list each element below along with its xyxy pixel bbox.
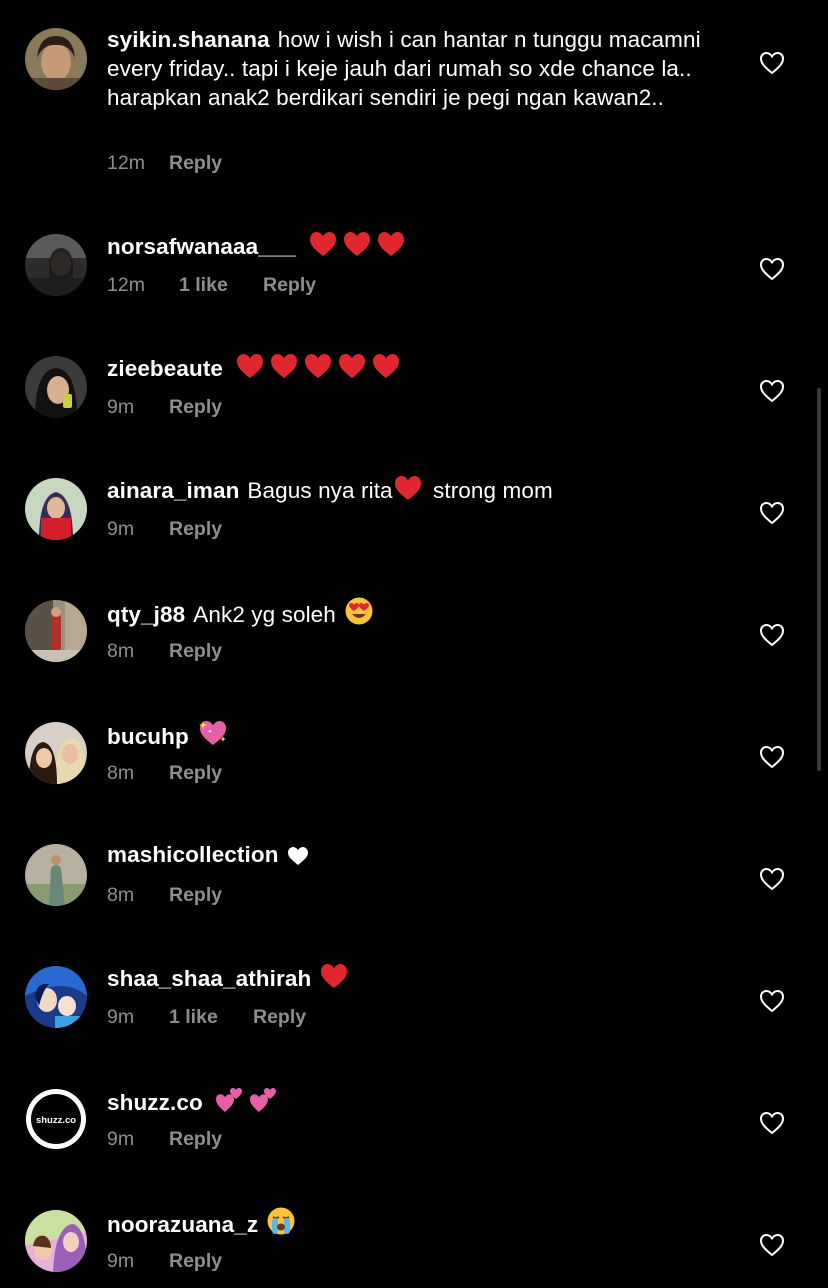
comment-text: ainara_iman Bagus nya rita strong mom	[107, 474, 707, 509]
reply-button[interactable]: Reply	[169, 518, 222, 541]
like-heart-icon[interactable]	[759, 1111, 785, 1135]
red-heart-icon	[303, 352, 333, 387]
like-heart-icon[interactable]	[759, 745, 785, 769]
like-heart-icon[interactable]	[759, 867, 785, 891]
avatar[interactable]	[25, 722, 87, 784]
reply-button[interactable]: Reply	[169, 640, 222, 663]
comment-body: Bagus nya rita	[247, 478, 393, 503]
comment-meta: 9m Reply	[107, 518, 222, 541]
comment-username[interactable]: norsafwanaaa___	[107, 234, 296, 259]
heart-eyes-emoji-icon	[344, 596, 374, 633]
avatar[interactable]	[25, 1210, 87, 1272]
comment-time: 12m	[107, 274, 145, 296]
red-heart-icon	[376, 230, 406, 265]
comment-username[interactable]: qty_j88	[107, 602, 185, 627]
like-heart-icon[interactable]	[759, 1233, 785, 1257]
like-count[interactable]: 1 like	[179, 274, 263, 297]
like-count[interactable]: 1 like	[169, 1006, 253, 1029]
comment-username[interactable]: noorazuana_z	[107, 1212, 258, 1237]
comment-text: bucuhp	[107, 718, 707, 755]
comment-time: 9m	[107, 1006, 135, 1028]
comment-body: Ank2 yg soleh	[193, 602, 336, 627]
comment-username[interactable]: shuzz.co	[107, 1090, 203, 1115]
comment-text: shaa_shaa_athirah	[107, 962, 707, 997]
avatar[interactable]	[25, 478, 87, 540]
two-hearts-icon	[215, 1084, 245, 1121]
red-heart-icon	[235, 352, 265, 387]
white-heart-icon	[287, 844, 309, 873]
comment-text: qty_j88 Ank2 yg soleh	[107, 596, 707, 633]
reply-button[interactable]: Reply	[169, 396, 222, 419]
avatar[interactable]	[25, 600, 87, 662]
avatar[interactable]	[25, 28, 87, 90]
reply-button[interactable]: Reply	[169, 1128, 222, 1151]
comment-meta: 8m Reply	[107, 640, 222, 663]
like-heart-icon[interactable]	[759, 989, 785, 1013]
comment-time: 8m	[107, 640, 135, 662]
comment-username[interactable]: shaa_shaa_athirah	[107, 966, 311, 991]
comment-username[interactable]: ainara_iman	[107, 478, 239, 503]
comment-username[interactable]: mashicollection	[107, 842, 279, 867]
reply-button[interactable]: Reply	[169, 152, 222, 175]
red-heart-icon	[337, 352, 367, 387]
like-heart-icon[interactable]	[759, 623, 785, 647]
comment-time: 8m	[107, 884, 135, 906]
comment-time: 9m	[107, 518, 135, 540]
comment-text: norsafwanaaa___	[107, 230, 707, 265]
comment-meta: 12m Reply	[107, 152, 222, 175]
avatar[interactable]	[25, 234, 87, 296]
comment-text: mashicollection	[107, 840, 707, 873]
reply-button[interactable]: Reply	[253, 1006, 306, 1029]
comment-meta: 9m Reply	[107, 1128, 222, 1151]
like-heart-icon[interactable]	[759, 257, 785, 281]
comment-meta: 9m 1 like Reply	[107, 1006, 306, 1029]
red-heart-icon	[393, 474, 423, 509]
like-heart-icon[interactable]	[759, 379, 785, 403]
avatar[interactable]	[25, 844, 87, 906]
two-hearts-icon	[249, 1084, 279, 1121]
like-heart-icon[interactable]	[759, 51, 785, 75]
reply-button[interactable]: Reply	[263, 274, 316, 297]
scrollbar[interactable]	[817, 388, 821, 771]
avatar[interactable]	[25, 356, 87, 418]
sparkling-heart-icon	[197, 718, 229, 755]
comment-text: noorazuana_z	[107, 1206, 707, 1243]
red-heart-icon	[319, 962, 349, 997]
comment-body-after: strong mom	[433, 478, 553, 503]
comment-username[interactable]: syikin.shanana	[107, 27, 270, 52]
comment-time: 12m	[107, 152, 145, 174]
comment-meta: 9m Reply	[107, 396, 222, 419]
comment-meta: 8m Reply	[107, 762, 222, 785]
comment-time: 9m	[107, 396, 135, 418]
comment-meta: 12m 1 like Reply	[107, 274, 316, 297]
reply-button[interactable]: Reply	[169, 1250, 222, 1273]
comment-username[interactable]: bucuhp	[107, 724, 189, 749]
reply-button[interactable]: Reply	[169, 762, 222, 785]
comment-meta: 8m Reply	[107, 884, 222, 907]
loudly-crying-face-icon	[266, 1206, 296, 1243]
comment-text: syikin.shanana how i wish i can hantar n …	[107, 25, 707, 112]
avatar[interactable]: shuzz.co	[25, 1088, 87, 1150]
shuzz-logo-text: shuzz.co	[36, 1115, 76, 1126]
comment-text: shuzz.co	[107, 1084, 707, 1121]
red-heart-icon	[269, 352, 299, 387]
like-heart-icon[interactable]	[759, 501, 785, 525]
red-heart-icon	[342, 230, 372, 265]
comment-time: 9m	[107, 1250, 135, 1272]
comment-time: 9m	[107, 1128, 135, 1150]
comment-meta: 9m Reply	[107, 1250, 222, 1273]
red-heart-icon	[371, 352, 401, 387]
reply-button[interactable]: Reply	[169, 884, 222, 907]
red-heart-icon	[308, 230, 338, 265]
comment-text: zieebeaute	[107, 352, 707, 387]
comment-username[interactable]: zieebeaute	[107, 356, 223, 381]
comment-time: 8m	[107, 762, 135, 784]
avatar[interactable]	[25, 966, 87, 1028]
